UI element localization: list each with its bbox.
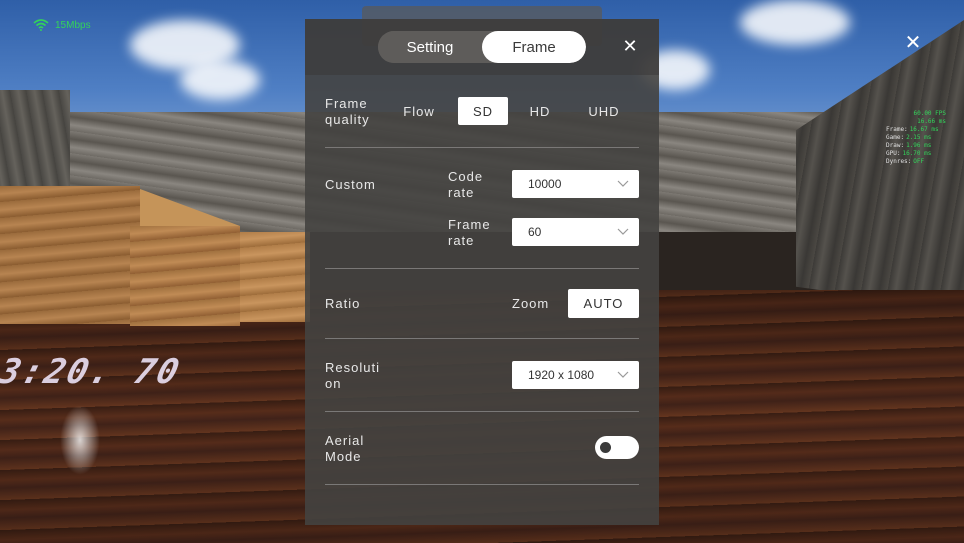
panel-header: Setting Frame ✕: [305, 19, 659, 75]
cloud: [740, 0, 850, 45]
tab-setting[interactable]: Setting: [378, 31, 482, 63]
divider: [325, 338, 639, 339]
quality-option-sd[interactable]: SD: [458, 97, 508, 125]
stat-row: Frame: 16.67 ms: [886, 126, 946, 134]
quality-option-uhd[interactable]: UHD: [580, 97, 628, 125]
stat-value: OFF: [913, 158, 925, 165]
stat-label: Dynres:: [886, 158, 912, 165]
zoom-label: Zoom: [512, 296, 550, 311]
resolution-label: Resoluti on: [325, 360, 380, 391]
chevron-down-icon: [617, 228, 629, 235]
ratio-label: Ratio: [325, 296, 361, 311]
aerial-mode-toggle[interactable]: [595, 436, 639, 459]
cloud: [180, 60, 260, 100]
stat-row: Draw: 1.96 ms: [886, 142, 946, 150]
stat-label: GPU:: [886, 150, 901, 157]
frame-ms-readout: 16.66 ms: [917, 118, 946, 125]
stat-row: GPU: 16.70 ms: [886, 150, 946, 158]
code-rate-select[interactable]: 10000: [512, 170, 639, 198]
stat-label: Game:: [886, 134, 905, 141]
stat-label: Frame:: [886, 126, 908, 133]
code-rate-label: Code rate: [448, 169, 484, 200]
stat-value: 16.67 ms: [909, 126, 939, 133]
chevron-down-icon: [617, 371, 629, 378]
stat-label: Draw:: [886, 142, 905, 149]
quality-option-hd[interactable]: HD: [518, 97, 562, 125]
divider: [325, 484, 639, 485]
frame-rate-select[interactable]: 60: [512, 218, 639, 246]
resolution-select[interactable]: 1920 x 1080: [512, 361, 639, 389]
quality-option-flow[interactable]: Flow: [397, 97, 441, 125]
frame-quality-label: Frame quality: [325, 96, 370, 127]
stat-row: Game: 2.15 ms: [886, 134, 946, 142]
code-rate-value: 10000: [528, 177, 562, 191]
stat-value: 1.96 ms: [906, 142, 932, 149]
fps-readout: 60.00 FPS: [913, 110, 946, 117]
divider: [325, 411, 639, 412]
crate: [0, 186, 140, 324]
close-icon[interactable]: ✕: [621, 37, 639, 55]
custom-label: Custom: [325, 177, 376, 192]
close-icon[interactable]: ✕: [903, 33, 923, 53]
resolution-value: 1920 x 1080: [528, 368, 595, 382]
stat-value: 2.15 ms: [906, 134, 932, 141]
tab-switcher: Setting Frame: [378, 31, 586, 63]
chevron-down-icon: [617, 180, 629, 187]
crate: [130, 226, 240, 326]
divider: [325, 268, 639, 269]
tab-frame[interactable]: Frame: [482, 31, 586, 63]
toggle-knob: [600, 442, 611, 453]
frame-rate-value: 60: [528, 225, 542, 239]
auto-button[interactable]: AUTO: [568, 289, 639, 318]
performance-stats: 60.00 FPS 16.66 ms Frame: 16.67 ms Game: 2…: [886, 110, 946, 166]
floor-timer-text: 3:20. 70: [0, 352, 186, 392]
frame-rate-label: Frame rate: [448, 217, 491, 248]
wifi-icon: [33, 19, 49, 31]
divider: [325, 147, 639, 148]
stat-value: 16.70 ms: [902, 150, 932, 157]
crate: [240, 232, 310, 322]
aerial-mode-label: Aerial Mode: [325, 433, 365, 464]
network-indicator: 15Mbps: [33, 19, 91, 31]
floor-reflection: [60, 405, 100, 475]
settings-panel: Setting Frame ✕ Frame quality Flow SD HD…: [305, 19, 659, 525]
stat-row: Dynres: OFF: [886, 158, 946, 166]
network-speed: 15Mbps: [55, 19, 91, 31]
